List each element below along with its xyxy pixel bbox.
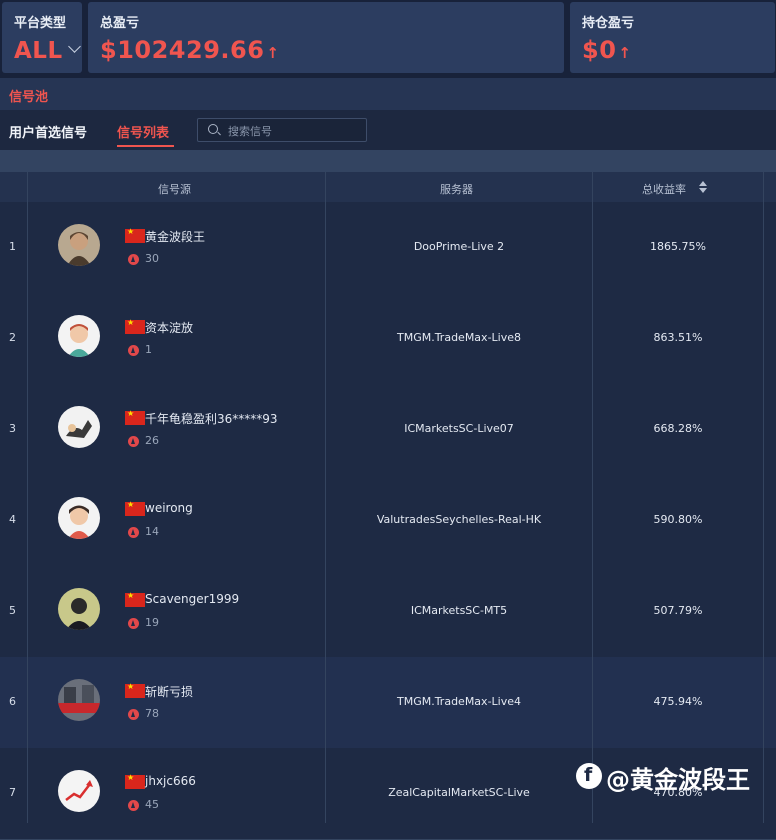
toutiao-logo-icon [576,763,602,789]
avatar [58,497,100,539]
table-row[interactable]: 6 斩断亏损 78 TMGM.TradeMax-Live4 475.94% [0,657,776,749]
avatar [58,770,100,812]
fire-icon [128,527,139,538]
column-divider [325,172,326,823]
row-index: 7 [9,786,16,799]
tab-bar: 用户首选信号 信号列表 [0,110,776,150]
fire-icon [128,800,139,811]
server-name: DooPrime-Live 2 [413,240,505,253]
avatar [58,588,100,630]
row-index: 5 [9,604,16,617]
signal-pool-title: 信号池 [9,90,49,105]
tab-user-preferred-signals[interactable]: 用户首选信号 [9,122,87,141]
total-return: 590.80% [653,513,703,526]
row-index: 2 [9,331,16,344]
total-return: 668.28% [653,422,703,435]
table-row[interactable]: 4 weirong 14 ValutradesSeychelles-Real-H… [0,475,776,567]
total-pnl-label: 总盈亏 [100,16,140,31]
server-name: ICMarketsSC-Live07 [404,422,514,435]
server-name: ValutradesSeychelles-Real-HK [376,513,542,526]
section-band [0,150,776,172]
column-header-signal-source: 信号源 [158,183,191,196]
signal-name[interactable]: 黄金波段王 [145,228,205,245]
fire-icon [128,436,139,447]
position-pnl-label: 持仓盈亏 [582,16,635,31]
fire-icon [128,345,139,356]
row-index: 6 [9,695,16,708]
table-header: 信号源 服务器 总收益率 [0,172,776,202]
column-header-total-return[interactable]: 总收益率 [642,181,686,197]
avatar [58,224,100,266]
row-index: 1 [9,240,16,253]
row-index: 4 [9,513,16,526]
search-icon [208,124,218,134]
china-flag-icon [125,318,145,334]
china-flag-icon [125,500,145,516]
china-flag-icon [125,227,145,243]
server-name: TMGM.TradeMax-Live4 [396,695,521,708]
column-divider [763,172,764,823]
total-return: 1865.75% [650,240,706,253]
follower-count: 30 [145,252,159,265]
follower-count: 19 [145,616,159,629]
total-return: 507.79% [653,604,703,617]
position-pnl-value: $0 ↑ [582,36,632,64]
active-tab-indicator [117,145,174,147]
signal-name[interactable]: 千年龟稳盈利36*****93 [145,410,278,427]
total-pnl-card: 总盈亏 $102429.66 ↑ [88,2,564,73]
follower-count: 14 [145,525,159,538]
arrow-up-icon: ↑ [266,44,280,62]
platform-type-label: 平台类型 [14,16,67,31]
follower-count: 45 [145,798,159,811]
arrow-up-icon: ↑ [618,44,632,62]
follower-count: 78 [145,707,159,720]
china-flag-icon [125,682,145,698]
follower-count: 26 [145,434,159,447]
signal-name[interactable]: weirong [145,501,193,515]
table-row[interactable]: 5 Scavenger1999 19 ICMarketsSC-MT5 507.7… [0,566,776,658]
avatar [58,679,100,721]
position-pnl-card: 持仓盈亏 $0 ↑ [570,2,775,73]
china-flag-icon [125,591,145,607]
fire-icon [128,254,139,265]
top-summary-bar: 平台类型 ALL 总盈亏 $102429.66 ↑ 持仓盈亏 $0 ↑ [0,0,776,78]
avatar [58,315,100,357]
fire-icon [128,709,139,720]
avatar [58,406,100,448]
table-row[interactable]: 2 资本淀放 1 TMGM.TradeMax-Live8 863.51% [0,293,776,385]
signal-name[interactable]: Scavenger1999 [145,592,239,606]
server-name: TMGM.TradeMax-Live8 [396,331,521,344]
fire-icon [128,618,139,629]
total-pnl-value: $102429.66 ↑ [100,36,280,64]
tab-signal-list[interactable]: 信号列表 [117,122,169,141]
total-return: 863.51% [653,331,703,344]
server-name: ZealCapitalMarketSC-Live [388,786,530,799]
china-flag-icon [125,773,145,789]
signal-name[interactable]: 资本淀放 [145,319,193,336]
follower-count: 1 [145,343,152,356]
search-placeholder: 搜索信号 [228,125,272,138]
server-name: ICMarketsSC-MT5 [410,604,508,617]
china-flag-icon [125,409,145,425]
platform-type-value: ALL [14,38,63,64]
column-divider [27,172,28,823]
column-divider [592,172,593,823]
chevron-down-icon[interactable] [68,40,81,53]
search-input[interactable]: 搜索信号 [197,118,367,142]
sort-icon[interactable] [699,181,707,193]
platform-type-card[interactable]: 平台类型 ALL [2,2,82,73]
signal-name[interactable]: 斩断亏损 [145,683,193,700]
table-row[interactable]: 1 黄金波段王 30 DooPrime-Live 2 1865.75% [0,202,776,294]
column-header-server: 服务器 [440,183,473,196]
signal-pool-header: 信号池 [0,78,776,110]
watermark-text: @黄金波段王 [606,766,750,794]
row-index: 3 [9,422,16,435]
total-return: 475.94% [653,695,703,708]
table-row[interactable]: 3 千年龟稳盈利36*****93 26 ICMarketsSC-Live07 … [0,384,776,476]
signal-name[interactable]: jhxjc666 [145,774,196,788]
